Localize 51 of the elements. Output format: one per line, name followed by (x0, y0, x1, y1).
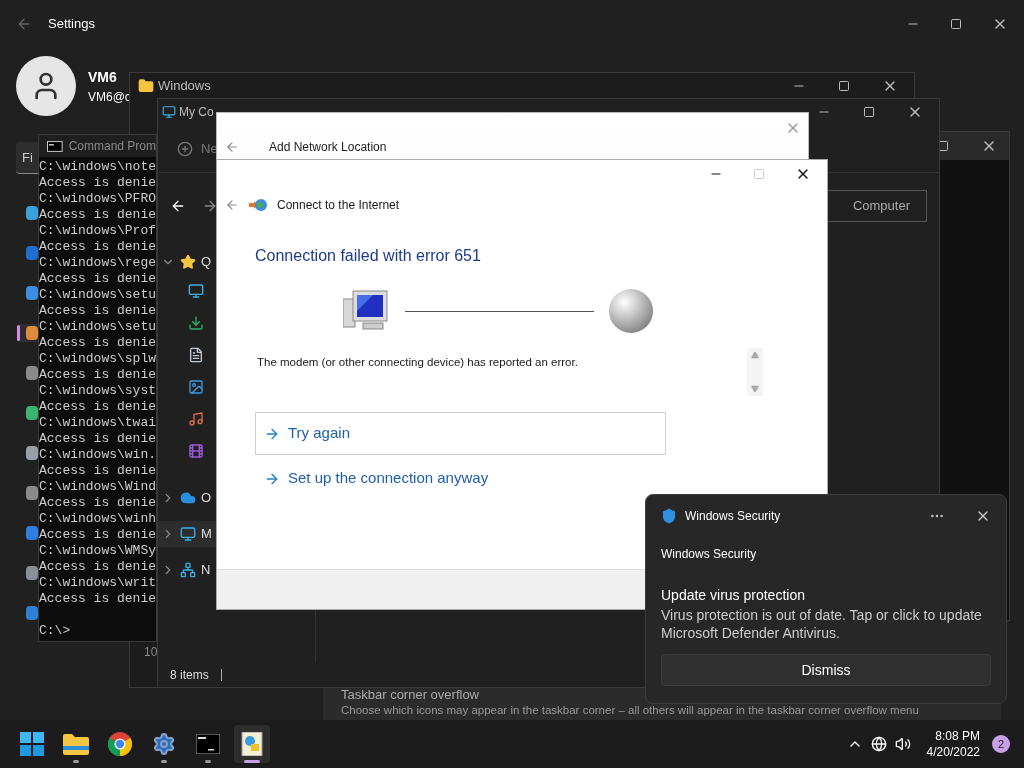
tree-label: M (201, 525, 212, 544)
terminal-line: Access is denie (39, 207, 156, 223)
notification-title: Update virus protection (661, 586, 806, 605)
notification-body: Virus protection is out of date. Tap or click to update Microsoft Defender Antivirus. (661, 606, 983, 642)
terminal-line: C:\windows\rege (39, 255, 156, 271)
error-heading: Connection failed with error 651 (255, 246, 482, 266)
terminal-line: C:\windows\twai (39, 415, 156, 431)
user-email: VM6@c (88, 88, 131, 106)
setting-title: Taskbar corner overflow (341, 686, 480, 703)
terminal-line: Access is denie (39, 527, 156, 543)
tree-label: N (201, 561, 211, 580)
terminal-line: Access is denie (39, 335, 156, 351)
window-title: My Co (179, 104, 214, 121)
terminal-line: Access is denie (39, 367, 156, 383)
terminal-line: C:\windows\setu (39, 287, 156, 303)
tree-label: Q (201, 253, 212, 272)
terminal-line: Access is denie (39, 303, 156, 319)
terminal-line: C:\windows\syst (39, 383, 156, 399)
terminal-line: C:\windows\PFRO (39, 191, 156, 207)
terminal-line: Access is denie (39, 175, 156, 191)
terminal-line: C:\windows\win. (39, 447, 156, 463)
terminal-line: Access is denie (39, 271, 156, 287)
window-title: Settings (48, 15, 95, 34)
column-text: 10 (144, 644, 158, 661)
notification-source: Windows Security (661, 546, 758, 563)
terminal-line: C:\windows\WMSy (39, 543, 156, 559)
terminal-line: Access is denie (39, 463, 156, 479)
terminal-line: C:\windows\note (39, 159, 156, 175)
error-message: The modem (or other connecting device) has reported an error. (257, 355, 578, 370)
terminal-prompt: C:\> (39, 623, 72, 639)
terminal-line: Access is denie (39, 559, 156, 575)
terminal-line: C:\windows\splw (39, 351, 156, 367)
terminal-line: Access is denie (39, 399, 156, 415)
window-title: Windows (158, 77, 211, 96)
wizard-title: Add Network Location (269, 139, 387, 156)
terminal-line: C:\windows\setu (39, 319, 156, 335)
terminal-line: Access is denie (39, 591, 156, 607)
terminal-line: C:\windows\writ (39, 575, 156, 591)
status-text: 8 items (170, 667, 209, 684)
terminal-line: Access is denie (39, 239, 156, 255)
terminal-line: C:\windows\Wind (39, 479, 156, 495)
terminal-line: C:\windows\winh (39, 511, 156, 527)
terminal-line: Access is denie (39, 431, 156, 447)
setting-description: Choose which icons may appear in the taskbar corner – all others will appear in the taskbar corner overflow menu (341, 702, 920, 718)
terminal-line: Access is denie (39, 495, 156, 511)
window-title: Command Prom (68, 138, 156, 155)
terminal-line: C:\windows\Prof (39, 223, 156, 239)
user-name: VM6 (88, 67, 118, 87)
tree-label: O (201, 489, 212, 508)
app-name: Windows Security (685, 508, 781, 525)
dialog-title: Connect to the Internet (277, 197, 400, 214)
